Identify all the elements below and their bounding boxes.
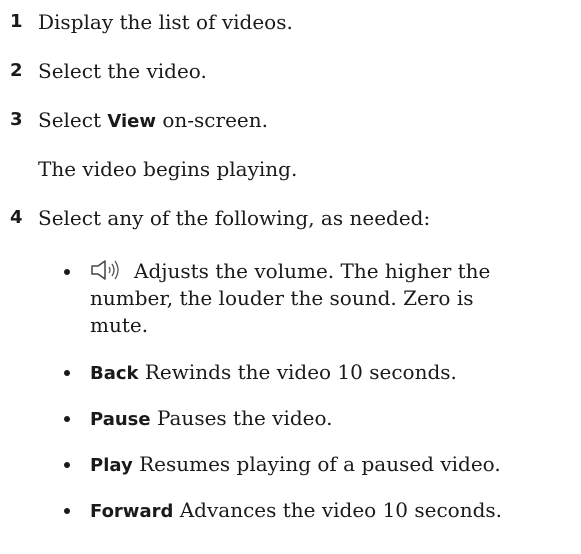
forward-term: Forward — [90, 501, 174, 522]
step-text: Select the video. — [38, 59, 207, 83]
option-play-body: Play Resumes playing of a paused video. — [90, 451, 574, 479]
bullet-dot — [64, 462, 70, 468]
bullet-dot — [64, 269, 70, 275]
option-forward: Forward Advances the video 10 seconds. — [64, 497, 574, 524]
play-term: Play — [90, 455, 133, 476]
pause-description: Pauses the video. — [156, 406, 333, 430]
volume-description-line-3: mute. — [90, 313, 149, 337]
step-text: Select any of the following, as needed: — [38, 206, 431, 230]
option-pause-body: Pause Pauses the video. — [90, 405, 574, 433]
bullet-dot — [64, 370, 70, 376]
forward-description: Advances the video 10 seconds. — [179, 498, 503, 522]
step-number: 2 — [10, 60, 23, 81]
option-back-body: Back Rewinds the video 10 seconds. — [90, 359, 574, 387]
instruction-page: 1 Display the list of videos. 2 Select t… — [0, 0, 581, 554]
volume-description-line-2: number, the louder the sound. Zero is — [90, 286, 474, 310]
option-volume: Adjusts the volume. The higher the numbe… — [64, 258, 574, 342]
option-pause: Pause Pauses the video. — [64, 405, 574, 432]
bullet-dot — [64, 508, 70, 514]
back-description: Rewinds the video 10 seconds. — [144, 360, 457, 384]
step-number: 1 — [10, 11, 23, 32]
volume-description-line-1: Adjusts the volume. The higher the — [134, 259, 491, 283]
step-text: Display the list of videos. — [38, 10, 293, 34]
step-text-before: Select — [38, 108, 108, 132]
option-back: Back Rewinds the video 10 seconds. — [64, 359, 574, 386]
bullet-dot — [64, 416, 70, 422]
step-3-result-note: The video begins playing. — [38, 157, 298, 181]
volume-line-1: Adjusts the volume. The higher the — [90, 258, 574, 285]
play-description: Resumes playing of a paused video. — [139, 452, 501, 476]
pause-term: Pause — [90, 409, 151, 430]
step-text-after: on-screen. — [156, 108, 268, 132]
option-play: Play Resumes playing of a paused video. — [64, 451, 574, 478]
option-volume-body: Adjusts the volume. The higher the numbe… — [90, 258, 574, 339]
option-forward-body: Forward Advances the video 10 seconds. — [90, 497, 574, 525]
volume-speaker-icon — [91, 260, 119, 280]
step-number: 4 — [10, 207, 23, 228]
view-term: View — [107, 111, 156, 132]
back-term: Back — [90, 363, 139, 384]
step-text: Select View on-screen. — [38, 106, 268, 136]
step-number: 3 — [10, 109, 23, 130]
